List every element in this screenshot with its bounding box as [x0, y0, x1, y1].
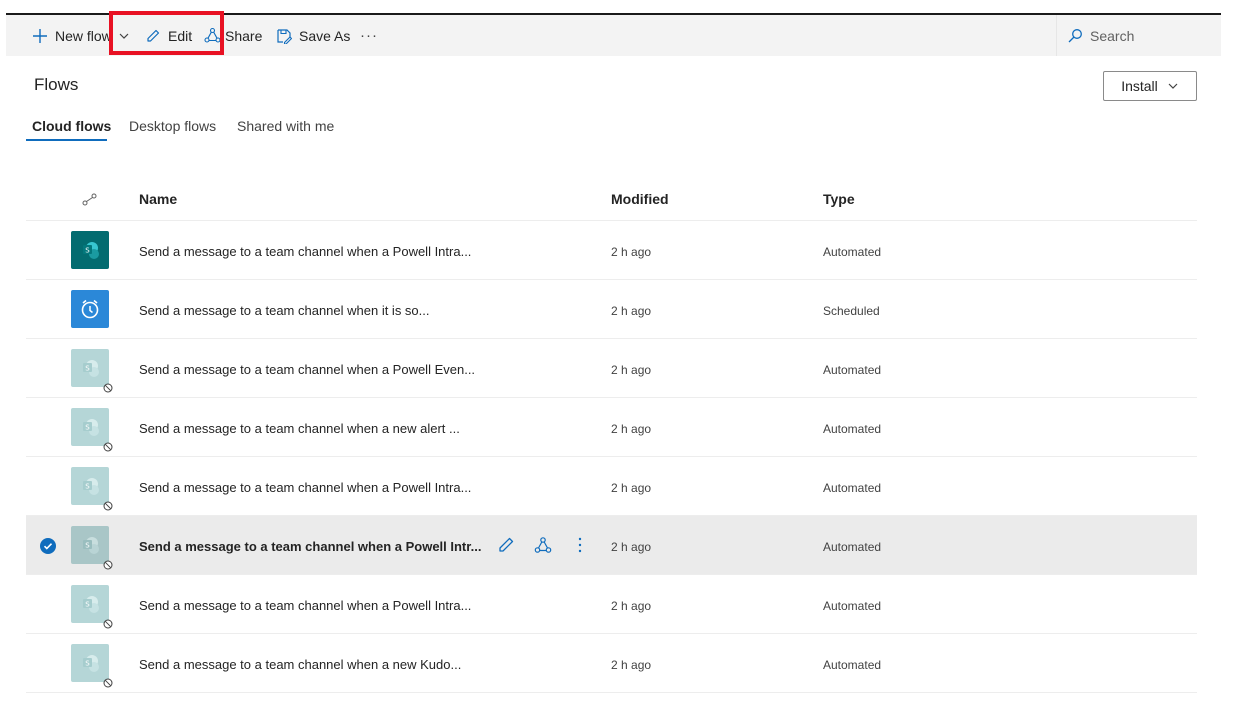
flow-type: Scheduled — [823, 304, 880, 318]
column-header-modified[interactable]: Modified — [611, 191, 669, 207]
tab-desktop-flows[interactable]: Desktop flows — [129, 118, 216, 134]
row-more-vertical-icon[interactable] — [575, 536, 585, 554]
flow-name[interactable]: Send a message to a team channel when it… — [139, 303, 430, 318]
disabled-icon — [103, 383, 113, 393]
flow-modified: 2 h ago — [611, 599, 652, 613]
disabled-icon — [103, 560, 113, 570]
flow-type-column-icon — [82, 193, 97, 206]
flow-name[interactable]: Send a message to a team channel when a … — [139, 244, 471, 259]
save-as-label: Save As — [299, 27, 351, 44]
tab-shared-with-me[interactable]: Shared with me — [237, 118, 334, 134]
disabled-icon — [103, 501, 113, 511]
save-as-icon — [277, 28, 292, 44]
flow-modified: 2 h ago — [611, 422, 652, 436]
checkmark-icon — [43, 543, 53, 550]
chevron-down-icon — [1168, 83, 1178, 89]
flow-modified: 2 h ago — [611, 540, 652, 554]
table-row[interactable]: S Send a message to a team channel when … — [26, 398, 1197, 457]
flow-name[interactable]: Send a message to a team channel when a … — [139, 362, 475, 377]
table-row[interactable]: Send a message to a team channel when it… — [26, 280, 1197, 339]
flow-modified: 2 h ago — [611, 245, 652, 259]
flow-name[interactable]: Send a message to a team channel when a … — [139, 480, 471, 495]
more-commands-button[interactable]: ··· — [360, 15, 378, 56]
flow-name[interactable]: Send a message to a team channel when a … — [139, 657, 461, 672]
chevron-down-icon — [119, 33, 129, 39]
flow-modified: 2 h ago — [611, 481, 652, 495]
flow-modified: 2 h ago — [611, 304, 652, 318]
disabled-icon — [103, 678, 113, 688]
flow-modified: 2 h ago — [611, 658, 652, 672]
sharepoint-icon: S — [71, 526, 109, 564]
svg-text:S: S — [85, 542, 90, 550]
sharepoint-icon: S — [71, 644, 109, 682]
flow-type: Automated — [823, 540, 882, 554]
column-header-name[interactable]: Name — [139, 191, 177, 207]
svg-text:S: S — [85, 483, 90, 491]
column-header-type[interactable]: Type — [823, 191, 855, 207]
svg-text:S: S — [85, 424, 90, 432]
flow-type: Automated — [823, 245, 882, 259]
sharepoint-icon: S — [71, 349, 109, 387]
row-checkbox[interactable] — [40, 538, 56, 554]
flow-type: Automated — [823, 481, 882, 495]
svg-text:S: S — [85, 601, 90, 609]
new-flow-dropdown-button[interactable] — [118, 15, 130, 56]
flow-type: Automated — [823, 658, 882, 672]
table-row[interactable]: S Send a message to a team channel when … — [26, 221, 1197, 280]
plus-icon — [33, 28, 47, 43]
pencil-icon — [147, 29, 160, 42]
edit-label: Edit — [168, 27, 193, 44]
edit-button[interactable]: Edit — [145, 15, 192, 56]
share-icon — [204, 27, 221, 43]
flow-name[interactable]: Send a message to a team channel when a … — [139, 421, 460, 436]
page-title: Flows — [34, 75, 79, 94]
sharepoint-icon: S — [71, 231, 109, 269]
search-placeholder: Search — [1090, 27, 1135, 44]
disabled-icon — [103, 442, 113, 452]
flow-name[interactable]: Send a message to a team channel when a … — [139, 539, 481, 554]
active-tab-indicator — [26, 139, 107, 141]
table-row[interactable]: S Send a message to a team channel when … — [26, 339, 1197, 398]
table-row[interactable]: S Send a message to a team channel when … — [26, 457, 1197, 516]
share-button[interactable]: Share — [204, 15, 262, 56]
sharepoint-icon: S — [71, 408, 109, 446]
sharepoint-icon: S — [71, 467, 109, 505]
table-row[interactable]: S Send a message to a team channel when … — [26, 634, 1197, 693]
sharepoint-icon: S — [71, 585, 109, 623]
search-box[interactable]: Search — [1056, 15, 1221, 56]
command-bar: New flow Edit Share Save As ··· — [6, 15, 1221, 56]
flow-type: Automated — [823, 599, 882, 613]
new-flow-button[interactable]: New flow — [32, 15, 112, 56]
share-label: Share — [225, 27, 263, 44]
svg-text:S: S — [85, 365, 90, 373]
table-row[interactable]: S Send a message to a team channel when … — [26, 575, 1197, 634]
install-label: Install — [1121, 78, 1158, 94]
search-icon — [1068, 28, 1082, 42]
flow-type: Automated — [823, 363, 882, 377]
svg-text:S: S — [85, 660, 90, 668]
tab-cloud-flows[interactable]: Cloud flows — [32, 118, 111, 134]
table-row-selected[interactable]: S Send a message to a team channel when … — [26, 516, 1197, 575]
flow-type: Automated — [823, 422, 882, 436]
svg-text:S: S — [85, 247, 90, 255]
install-button[interactable]: Install — [1103, 71, 1197, 101]
row-edit-pencil-icon[interactable] — [497, 536, 515, 554]
flow-name[interactable]: Send a message to a team channel when a … — [139, 598, 471, 613]
alarm-clock-icon — [71, 290, 109, 328]
disabled-icon — [103, 619, 113, 629]
save-as-button[interactable]: Save As — [276, 15, 350, 56]
new-flow-label: New flow — [55, 27, 112, 44]
flow-modified: 2 h ago — [611, 363, 652, 377]
row-share-icon[interactable] — [534, 536, 552, 554]
